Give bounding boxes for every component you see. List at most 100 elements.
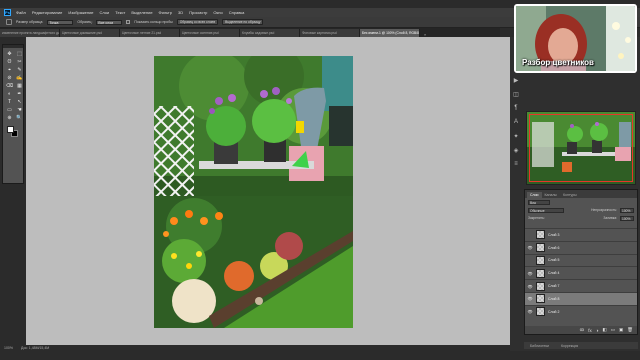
zoom-tool-icon[interactable]: 🔍 [15, 114, 24, 121]
tab-channels[interactable]: Каналы [542, 192, 560, 198]
document-size: Док: 1,48М/15,4М [20, 346, 50, 350]
bottom-panel-tabs: Библиотеки Коррекция [524, 342, 638, 349]
layers-panel: Слои Каналы Контуры Вид Обычные Непрозра… [524, 189, 638, 335]
layer-row[interactable]: 👁 Слой 2 [525, 304, 637, 318]
move-tool-icon[interactable]: ✥ [5, 50, 14, 57]
menu-edit[interactable]: Редактирование [32, 10, 62, 15]
document-tab[interactable]: Цветочные домашние.psd [60, 29, 120, 37]
visibility-eye-icon[interactable]: 👁 [527, 283, 533, 289]
link-layers-icon[interactable]: ꝏ [580, 327, 585, 333]
document-tab-bar: изменение проекта ландшафтного дизайна.p… [0, 28, 500, 37]
menu-image[interactable]: Изображение [68, 10, 93, 15]
layer-thumbnail [536, 255, 545, 265]
tab-libraries[interactable]: Библиотеки [527, 343, 552, 349]
path-select-tool-icon[interactable]: ↖ [15, 98, 24, 105]
visibility-eye-icon[interactable]: 👁 [527, 296, 533, 302]
dodge-tool-icon[interactable]: ◐ [5, 90, 14, 97]
visibility-eye-icon[interactable]: 👁 [527, 270, 533, 276]
visibility-eye-icon[interactable] [527, 232, 533, 238]
gradient-tool-icon[interactable]: ▦ [15, 82, 24, 89]
marquee-tool-icon[interactable]: ⬚ [15, 50, 24, 57]
menu-file[interactable]: Файл [16, 10, 26, 15]
layer-row[interactable]: 👁 Слой 7 [525, 279, 637, 292]
paragraph-icon[interactable]: ¶ [512, 104, 520, 112]
navigator-panel[interactable] [526, 111, 636, 185]
select-by-sample-button[interactable]: Выделение по образцу [222, 19, 264, 25]
visibility-eye-icon[interactable]: 👁 [527, 309, 533, 315]
styles-icon[interactable]: ◈ [512, 146, 520, 154]
collapsed-panel-icons: ▶ ◫ ¶ A ✦ ◈ ≡ [512, 76, 522, 168]
document-tab[interactable]: Фоновые картинки.psd [300, 29, 360, 37]
layer-name: Слой 4 [548, 271, 560, 276]
document-tab-active[interactable]: Без имени-1 @ 100% (Слой 8, RGB/8#) [360, 29, 420, 37]
layer-row[interactable]: 👁 Слой 4 [525, 266, 637, 279]
layer-style-icon[interactable]: fx [588, 328, 592, 333]
shape-tool-icon[interactable]: ▭ [5, 106, 14, 113]
navigator-view-frame[interactable] [529, 114, 633, 182]
menu-select[interactable]: Выделение [131, 10, 152, 15]
character-icon[interactable]: A [512, 118, 520, 126]
history-brush-tool-icon[interactable]: ✍ [15, 74, 24, 81]
healing-tool-icon[interactable]: ⊘ [5, 74, 14, 81]
menu-help[interactable]: Справка [229, 10, 245, 15]
type-tool-icon[interactable]: T [5, 98, 14, 105]
layer-name: Слой 6 [548, 245, 560, 250]
menu-view[interactable]: Просмотр [189, 10, 207, 15]
opacity-field[interactable]: 100% [620, 207, 634, 213]
blend-mode-select[interactable]: Обычные [528, 207, 564, 213]
lasso-tool-icon[interactable]: ʘ [5, 58, 14, 65]
layer-list: Слой 3 👁 Слой 6 Слой 5 👁 Слой 4 👁 Слой 7 👁 Слой 8… [525, 228, 637, 318]
layer-row[interactable]: 👁 Слой 8 [525, 291, 637, 305]
tab-layers[interactable]: Слои [527, 192, 542, 198]
eyedropper-tool-icon[interactable] [6, 19, 12, 25]
layer-thumbnail [536, 307, 545, 317]
garden-collage-image[interactable] [154, 56, 353, 328]
layer-row[interactable]: Слой 5 [525, 253, 637, 267]
history-icon[interactable]: ≡ [512, 160, 520, 168]
document-tab[interactable]: изменение проекта ландшафтного дизайна.p… [0, 29, 60, 37]
layers-footer: ꝏ fx ◑ ◧ ▭ ▣ 🗑 [525, 326, 637, 334]
menu-window[interactable]: Окно [213, 10, 222, 15]
fill-field[interactable]: 100% [620, 215, 634, 221]
adjustment-layer-icon[interactable]: ◧ [602, 327, 606, 333]
show-ring-checkbox[interactable] [126, 20, 131, 24]
tab-adjustments[interactable]: Коррекция [558, 343, 581, 349]
hand-tool-icon[interactable]: ☚ [15, 106, 24, 113]
tab-paths[interactable]: Контуры [560, 192, 580, 198]
visibility-eye-icon[interactable]: 👁 [527, 245, 533, 251]
sample-layer-select[interactable]: Все слои [96, 19, 123, 25]
document-tab[interactable]: Клумбы садовые.psd [240, 29, 300, 37]
brush-tool-icon[interactable]: ✎ [15, 66, 24, 73]
crop-tool-icon[interactable]: ✂ [15, 58, 24, 65]
lock-label: Закрепить: [528, 216, 545, 220]
visibility-eye-icon[interactable] [527, 257, 533, 263]
layer-mask-icon[interactable]: ◑ [596, 328, 599, 333]
layer-name: Слой 3 [548, 232, 560, 237]
layer-row[interactable]: 👁 Слой 6 [525, 240, 637, 254]
properties-icon[interactable]: ◫ [512, 90, 520, 98]
menu-3d[interactable]: 3D [178, 10, 183, 15]
eraser-tool-icon[interactable]: ⌫ [5, 82, 14, 89]
menu-type[interactable]: Текст [115, 10, 125, 15]
layer-name: Слой 5 [548, 258, 560, 263]
fill-label: Заливка: [603, 216, 617, 220]
menu-layers[interactable]: Слои [100, 10, 110, 15]
eyedropper-tool-icon[interactable]: ⌖ [5, 66, 14, 73]
rotate-view-tool-icon[interactable]: ⊕ [5, 114, 14, 121]
foreground-color-swatch[interactable] [7, 126, 14, 133]
delete-layer-icon[interactable]: 🗑 [627, 327, 633, 333]
new-group-icon[interactable]: ▭ [611, 327, 615, 333]
menu-filter[interactable]: Фильтр [159, 10, 172, 15]
pen-tool-icon[interactable]: ✒ [15, 90, 24, 97]
layer-filter-select[interactable]: Вид [528, 199, 550, 205]
canvas-area[interactable] [26, 37, 510, 345]
brush-settings-icon[interactable]: ✦ [512, 132, 520, 140]
play-actions-icon[interactable]: ▶ [512, 76, 520, 84]
document-tab[interactable]: Цветочные осенние.psd [180, 29, 240, 37]
layer-row[interactable]: Слой 3 [525, 228, 637, 241]
sample-size-select[interactable]: Точка [47, 19, 74, 25]
new-layer-icon[interactable]: ▣ [619, 327, 623, 333]
document-tab[interactable]: Цветочные летние 21.psd [120, 29, 180, 37]
zoom-level[interactable]: 100% [4, 346, 13, 350]
sample-all-layers-button[interactable]: Образец со всех слоев [176, 19, 219, 25]
